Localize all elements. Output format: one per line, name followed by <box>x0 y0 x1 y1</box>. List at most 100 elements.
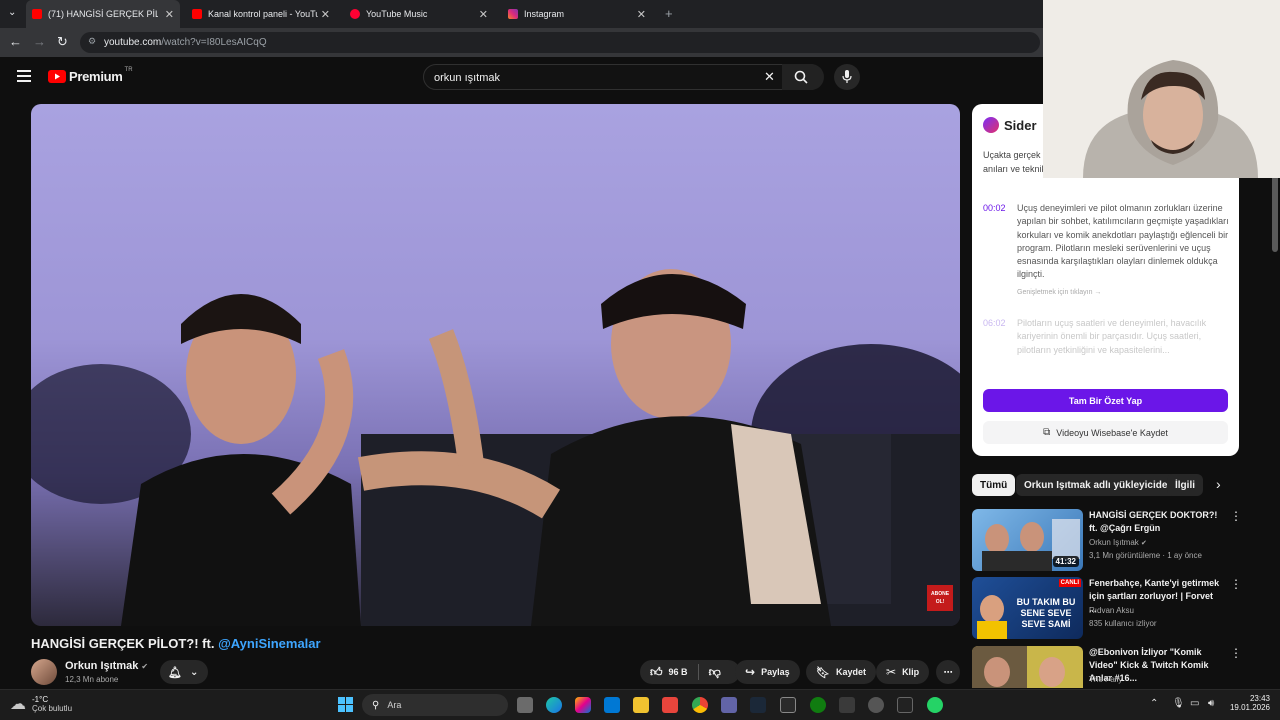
hamburger-menu-icon[interactable] <box>17 70 31 82</box>
share-button[interactable]: ↪ Paylaş <box>735 660 800 684</box>
like-button[interactable]: 👍︎ 96 B <box>650 665 688 680</box>
video-thumbnail[interactable] <box>972 646 1083 688</box>
expand-link[interactable]: Genişletmek için tıklayın → <box>1017 289 1101 296</box>
app-icon[interactable] <box>868 697 884 713</box>
save-to-wisebase-button[interactable]: ⧉ Videoyu Wisebase'e Kaydet <box>983 421 1228 444</box>
video-player[interactable]: ABONE OL! <box>31 104 960 626</box>
more-options-icon[interactable]: ⋮ <box>1230 646 1242 660</box>
clear-search-icon[interactable]: ✕ <box>764 69 775 85</box>
tab-search-chevron-icon[interactable]: ⌄ <box>8 7 16 18</box>
video-thumbnail[interactable]: 41:32 <box>972 509 1083 571</box>
microsoft-store-icon[interactable] <box>604 697 620 713</box>
teams-icon[interactable] <box>721 697 737 713</box>
chevron-right-icon[interactable]: › <box>1216 476 1221 492</box>
chip-related[interactable]: İlgili <box>1167 474 1203 496</box>
more-horizontal-icon: ⋯ <box>943 666 953 677</box>
volume-icon[interactable]: 🔊︎ <box>1208 698 1214 709</box>
copilot-icon[interactable] <box>575 697 591 713</box>
forward-arrow-icon[interactable]: → <box>33 34 46 49</box>
chip-from-uploader[interactable]: Orkun Işıtmak adlı yükleyiciden <box>1016 474 1182 496</box>
search-box: ✕ <box>423 64 823 90</box>
task-view-icon[interactable] <box>517 697 533 713</box>
close-tab-icon[interactable]: ✕ <box>637 8 646 21</box>
display-icon[interactable]: ▭ <box>1190 698 1199 709</box>
clock-time: 23:43 <box>1249 694 1270 703</box>
tab-youtube-music[interactable]: YouTube Music ✕ <box>344 0 494 28</box>
chevron-up-icon[interactable]: ⌃ <box>1150 698 1158 709</box>
weather-description: Çok bulutlu <box>32 704 73 713</box>
video-title[interactable]: HANGİSİ GERÇEK DOKTOR?! ft. @Çağrı Ergün <box>1089 509 1223 535</box>
bell-icon: 🔔︎ <box>168 666 182 679</box>
more-options-icon[interactable]: ⋮ <box>1230 509 1242 523</box>
thumbnail-image <box>972 646 1065 688</box>
notification-bell-button[interactable]: 🔔︎ ⌄ <box>160 660 208 684</box>
file-explorer-icon[interactable] <box>633 697 649 713</box>
chrome-icon[interactable] <box>692 697 708 713</box>
windows-taskbar: ☁ -1°C Çok bulutlu ⚲ Ara ⌃ 🎙︎ ▭ 🔊︎ 23:43… <box>0 689 1280 720</box>
tab-instagram[interactable]: Instagram ✕ <box>502 0 652 28</box>
tab-video[interactable]: (71) HANGİSİ GERÇEK PİLOT?! ft. ✕ <box>26 0 180 28</box>
channel-name-text: Orkun Işıtmak <box>65 660 139 672</box>
url-path: /watch?v=I80LesAICqQ <box>161 37 267 48</box>
epic-games-icon[interactable] <box>780 697 796 713</box>
weather-temperature: -1°C <box>32 695 49 704</box>
youtube-premium-logo[interactable]: Premium TR <box>48 67 133 84</box>
close-tab-icon[interactable]: ✕ <box>165 8 174 21</box>
verified-check-icon: ✔ <box>141 662 149 671</box>
divider <box>697 664 699 680</box>
new-tab-icon[interactable]: + <box>665 6 673 21</box>
address-bar[interactable]: ⚙ youtube.com/watch?v=I80LesAICqQ <box>80 32 1040 53</box>
channel-avatar[interactable] <box>31 659 57 685</box>
thumbnail-caption: BU TAKIM BU SENE SEVE SEVE SAMİ <box>1016 597 1076 629</box>
steam-icon[interactable] <box>750 697 766 713</box>
subscribe-watermark-badge[interactable]: ABONE OL! <box>927 585 953 611</box>
more-actions-button[interactable]: ⋯ <box>936 660 960 684</box>
microphone-icon[interactable]: 🎙︎ <box>1172 698 1185 709</box>
video-meta: 3,1 Mn görüntüleme · 1 ay önce <box>1089 551 1202 560</box>
verified-check-icon: ✔ <box>1141 540 1147 547</box>
logo-text: Premium <box>69 69 123 84</box>
more-options-icon[interactable]: ⋮ <box>1230 577 1242 591</box>
url-host: youtube.com <box>104 37 162 48</box>
recommended-video[interactable]: BU TAKIM BU SENE SEVE SEVE SAMİ CANLI Fe… <box>972 577 1242 639</box>
tab-channel-dashboard[interactable]: Kanal kontrol paneli - YouTube ✕ <box>186 0 336 28</box>
channel-name[interactable]: Orkun Işıtmak ✔ <box>65 660 148 672</box>
whatsapp-icon[interactable] <box>927 697 943 713</box>
timestamp-link[interactable]: 00:02 <box>983 203 1006 213</box>
sider-brand-name: Sider <box>1004 117 1037 133</box>
site-info-icon[interactable]: ⚙ <box>88 36 96 47</box>
clip-button[interactable]: ✂ Klip <box>876 660 930 684</box>
channel-name[interactable]: Orkun Işıtmak ✔ <box>1089 538 1147 547</box>
opera-browser-icon[interactable] <box>662 697 678 713</box>
reload-icon[interactable]: ↻ <box>57 34 68 50</box>
video-thumbnail[interactable]: BU TAKIM BU SENE SEVE SEVE SAMİ CANLI <box>972 577 1083 639</box>
windows-start-icon[interactable] <box>338 697 353 712</box>
recommended-video[interactable]: 41:32 HANGİSİ GERÇEK DOKTOR?! ft. @Çağrı… <box>972 509 1242 571</box>
amazon-icon[interactable] <box>897 697 913 713</box>
chip-all[interactable]: Tümü <box>972 474 1016 496</box>
full-summary-button[interactable]: Tam Bir Özet Yap <box>983 389 1228 412</box>
channel-name[interactable]: Rıdvan Aksu <box>1089 606 1134 615</box>
recommended-video[interactable]: @Ebonivon İzliyor "Komik Video" Kick & T… <box>972 646 1242 688</box>
taskbar-search[interactable]: ⚲ Ara <box>362 694 508 716</box>
weather-widget[interactable]: ☁ -1°C Çok bulutlu <box>10 694 72 714</box>
save-button[interactable]: 🔖︎ Kaydet <box>806 660 876 684</box>
channel-name[interactable]: The Pally <box>1089 675 1122 684</box>
gamepad-icon[interactable] <box>839 697 855 713</box>
voice-search-button[interactable] <box>834 64 860 90</box>
close-tab-icon[interactable]: ✕ <box>479 8 488 21</box>
xbox-icon[interactable] <box>810 697 826 713</box>
thumbs-down-icon[interactable]: 👎︎ <box>709 665 721 680</box>
chip-label: İlgili <box>1175 479 1195 491</box>
search-input[interactable] <box>434 69 754 87</box>
search-button[interactable] <box>782 64 824 90</box>
back-arrow-icon[interactable]: ← <box>9 34 22 49</box>
mention-link[interactable]: @AyniSinemalar <box>218 636 321 651</box>
timestamp-link[interactable]: 06:02 <box>983 318 1006 328</box>
close-tab-icon[interactable]: ✕ <box>321 8 330 21</box>
youtube-play-logo-icon <box>48 70 66 83</box>
edge-browser-icon[interactable] <box>546 697 562 713</box>
video-duration: 41:32 <box>1052 556 1079 567</box>
taskbar-search-placeholder: Ara <box>387 700 402 710</box>
clock[interactable]: 23:43 19.01.2026 <box>1226 694 1270 712</box>
